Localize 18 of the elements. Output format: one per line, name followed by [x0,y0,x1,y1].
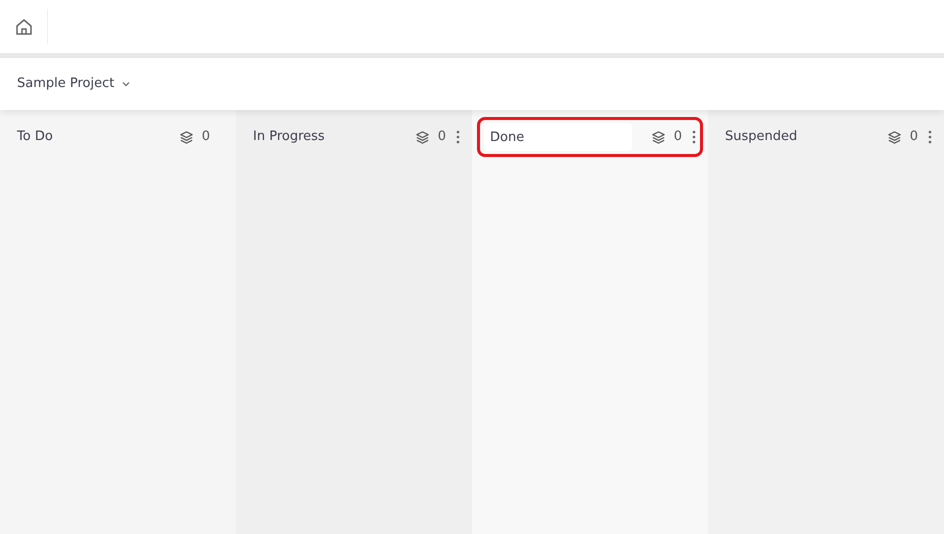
card-count: 0 [202,128,210,146]
layers-icon [886,130,902,144]
more-menu-icon[interactable] [454,130,462,144]
home-icon[interactable] [14,18,32,36]
layers-icon [178,130,194,144]
chevron-icon[interactable] [122,81,130,87]
column-title: In Progress [253,128,325,146]
card-count: 0 [438,128,446,146]
card-count: 0 [674,128,682,146]
layers-icon [650,130,666,144]
column-title-field[interactable]: Done [484,123,632,151]
column-title: Suspended [725,128,798,146]
column-title: To Do [17,128,53,146]
layers-icon [414,130,430,144]
more-menu-icon[interactable] [690,130,698,144]
more-menu-icon[interactable] [926,130,934,144]
card-count: 0 [910,128,918,146]
project-selector[interactable]: Sample Project [17,74,114,94]
